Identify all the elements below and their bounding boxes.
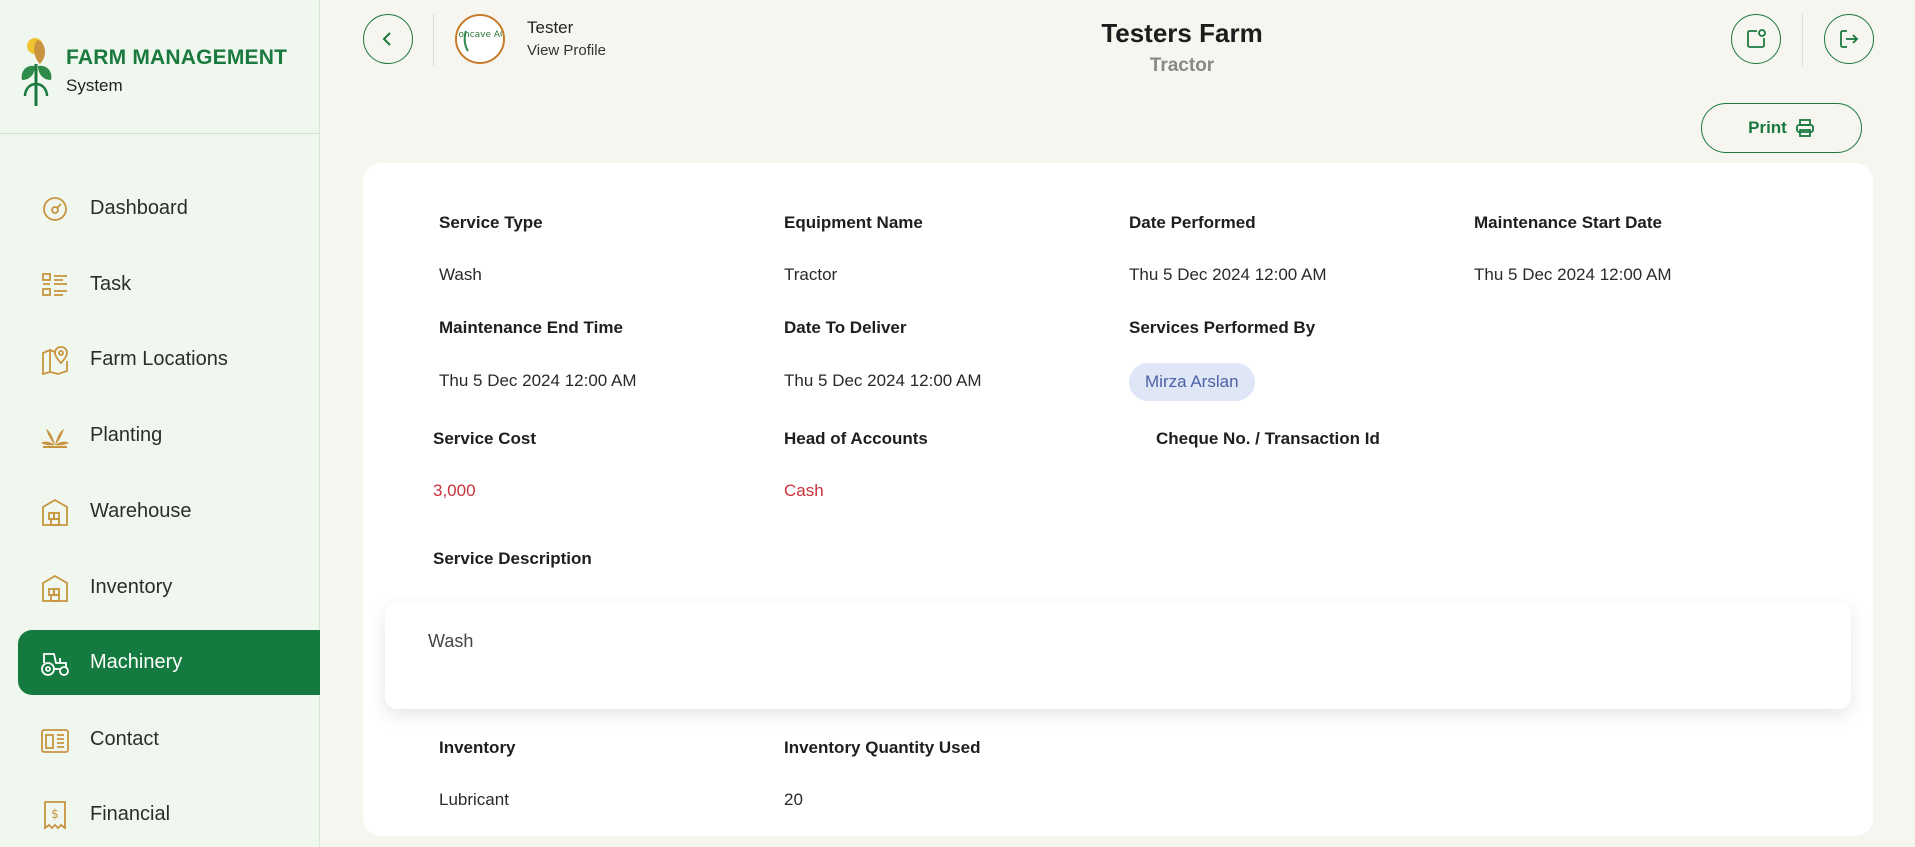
maintenance-start-label: Maintenance Start Date — [1474, 213, 1662, 232]
sidebar-item-planting[interactable]: Planting — [18, 403, 320, 468]
sidebar-item-label: Financial — [90, 803, 171, 825]
service-cost-value: 3,000 — [433, 481, 476, 500]
inventory-icon — [40, 573, 70, 603]
performed-by-label: Services Performed By — [1129, 318, 1316, 337]
sidebar-item-label: Contact — [90, 728, 159, 750]
notification-button[interactable] — [1731, 14, 1781, 64]
maintenance-end-value: Thu 5 Dec 2024 12:00 AM — [439, 371, 637, 390]
warehouse-icon — [40, 497, 70, 527]
service-description-box: Wash — [385, 603, 1851, 709]
head-of-accounts-value: Cash — [784, 481, 824, 500]
service-type-label: Service Type — [439, 213, 543, 232]
plant-icon — [40, 421, 70, 451]
sidebar-item-task[interactable]: Task — [18, 252, 320, 317]
page-title: Testers Farm — [1101, 18, 1263, 48]
print-label: Print — [1748, 118, 1787, 137]
inventory-label: Inventory — [439, 738, 516, 757]
equipment-name-label: Equipment Name — [784, 213, 923, 232]
inventory-qty-value: 20 — [784, 790, 803, 809]
page-subtitle: Tractor — [1149, 55, 1215, 76]
sidebar-item-warehouse[interactable]: Warehouse — [18, 479, 320, 544]
sidebar-item-farm-locations[interactable]: Farm Locations — [18, 327, 320, 392]
logout-icon — [1840, 30, 1859, 48]
sidebar-item-financial[interactable]: $ Financial — [18, 782, 320, 847]
service-cost-label: Service Cost — [433, 429, 536, 448]
header-divider-right — [1802, 14, 1803, 66]
receipt-icon: $ — [40, 800, 70, 830]
sidebar-item-label: Farm Locations — [90, 348, 228, 370]
sidebar: FARM MANAGEMENT System Dashboard Task Fa… — [0, 0, 320, 847]
task-list-icon — [40, 270, 70, 300]
svg-text:$: $ — [51, 807, 59, 821]
service-description-label: Service Description — [433, 549, 592, 568]
service-description-value: Wash — [428, 631, 474, 651]
sidebar-item-label: Warehouse — [90, 500, 192, 522]
inventory-qty-label: Inventory Quantity Used — [784, 738, 981, 757]
performed-by-chip: Mirza Arslan — [1129, 363, 1255, 401]
service-details-card: Service Type Wash Equipment Name Tractor… — [363, 163, 1873, 836]
logout-button[interactable] — [1824, 14, 1874, 64]
service-type-value: Wash — [439, 265, 482, 284]
inventory-value: Lubricant — [439, 790, 509, 809]
maintenance-start-value: Thu 5 Dec 2024 12:00 AM — [1474, 265, 1672, 284]
sidebar-item-label: Inventory — [90, 576, 173, 598]
head-of-accounts-label: Head of Accounts — [784, 429, 928, 448]
sidebar-item-machinery[interactable]: Machinery — [18, 630, 320, 695]
sidebar-item-dashboard[interactable]: Dashboard — [18, 176, 320, 241]
sidebar-item-label: Machinery — [90, 651, 183, 673]
sidebar-item-contact[interactable]: Contact — [18, 707, 320, 772]
tractor-icon — [40, 648, 70, 678]
sidebar-item-label: Task — [90, 273, 132, 295]
date-performed-value: Thu 5 Dec 2024 12:00 AM — [1129, 265, 1327, 284]
date-to-deliver-value: Thu 5 Dec 2024 12:00 AM — [784, 371, 982, 390]
map-pin-icon — [40, 345, 70, 375]
notification-icon — [1747, 29, 1766, 48]
sidebar-item-inventory[interactable]: Inventory — [18, 555, 320, 620]
equipment-name-value: Tractor — [784, 265, 838, 284]
printer-icon — [1795, 119, 1814, 137]
dashboard-icon — [40, 194, 70, 224]
sidebar-item-label: Dashboard — [90, 197, 188, 219]
date-to-deliver-label: Date To Deliver — [784, 318, 907, 337]
cheque-label: Cheque No. / Transaction Id — [1156, 429, 1380, 448]
brand-subtitle: System — [66, 76, 123, 95]
print-button[interactable]: Print — [1701, 103, 1862, 153]
contact-icon — [40, 725, 70, 755]
maintenance-end-label: Maintenance End Time — [439, 318, 623, 337]
sidebar-item-label: Planting — [90, 424, 163, 446]
date-performed-label: Date Performed — [1129, 213, 1256, 232]
